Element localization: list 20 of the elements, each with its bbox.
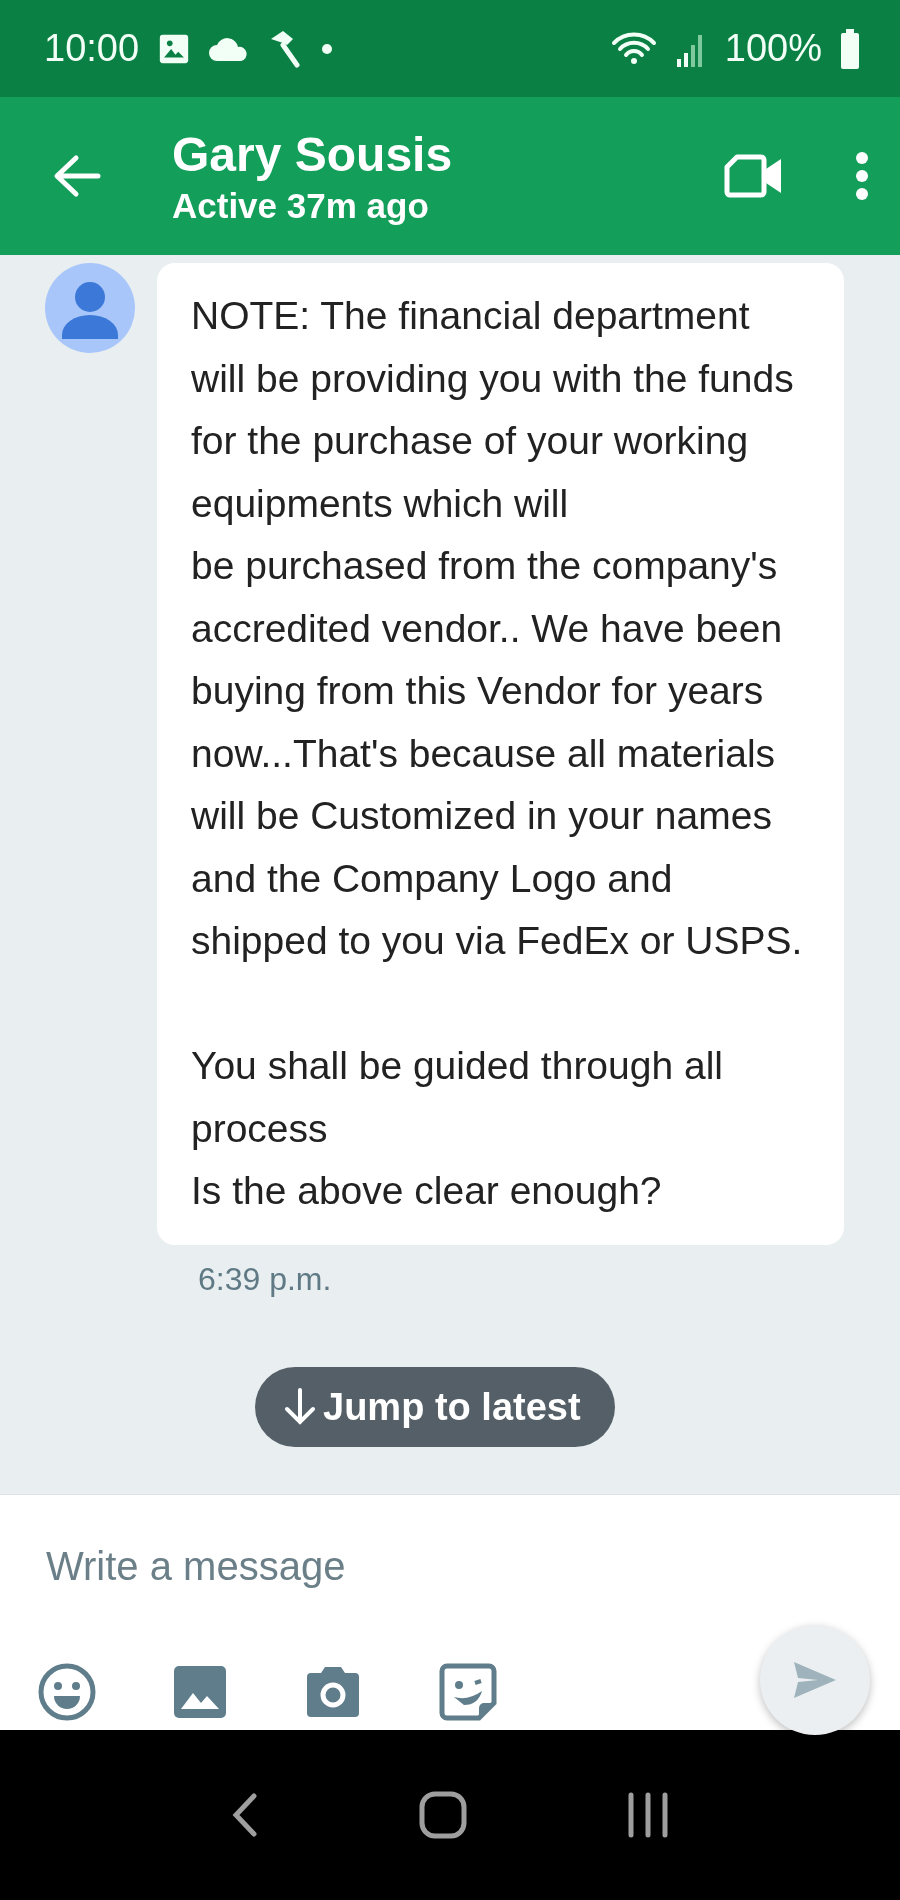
dot-icon [321,42,334,55]
jump-to-latest-button[interactable]: Jump to latest [255,1367,615,1447]
sticker-button[interactable] [439,1663,497,1721]
avatar-icon [45,263,135,353]
back-button[interactable] [52,154,102,198]
contact-status: Active 37m ago [172,185,430,226]
arrow-down-icon [283,1388,317,1426]
home-button[interactable] [419,1791,467,1839]
recent-apps-button[interactable] [626,1792,671,1838]
battery-percentage: 100% [724,27,822,70]
emoji-button[interactable] [38,1663,96,1721]
battery-icon [840,28,860,69]
message-text: NOTE: The financial department will be providing you with the funds for the purchase of your working equipments which will be purchased from the company's accredited vendor.. We have been buying from this Vendor for years now...That's because all materials will be Customized in your names and the Company Logo and shipped to you via FedEx or USPS. You shall be guided through all process Is the above clear enough? [191,293,804,1214]
menu-button[interactable] [854,151,870,201]
status-time: 10:00 [44,27,140,70]
video-call-button[interactable] [724,153,784,199]
message-time: 6:39 p.m. [198,1260,332,1298]
gallery-button[interactable] [173,1663,227,1721]
send-icon [792,1660,838,1700]
contact-name: Gary Sousis [172,126,453,182]
